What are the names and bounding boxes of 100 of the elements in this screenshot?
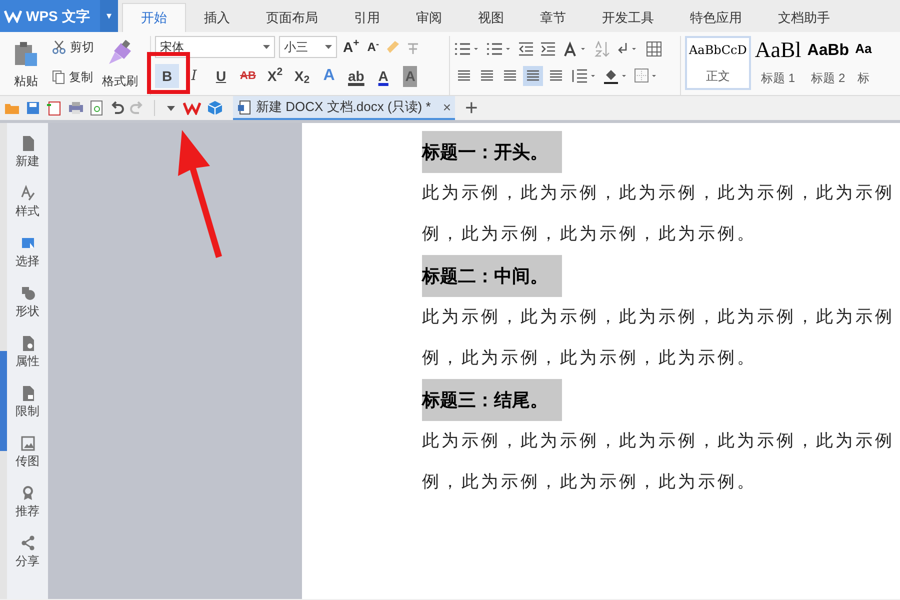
style-preset[interactable]: AaBb 标题 2 <box>805 36 852 90</box>
heading: 标题二：中间。 <box>422 255 562 297</box>
paste-button[interactable]: 粘贴 <box>14 72 38 90</box>
menu-tab[interactable]: 章节 <box>522 3 584 32</box>
undo-icon[interactable] <box>110 101 124 115</box>
heading: 标题三：结尾。 <box>422 379 562 421</box>
font-color-button[interactable]: A <box>371 64 396 88</box>
logo-icon <box>4 9 22 23</box>
menu-tab[interactable]: 插入 <box>186 3 248 32</box>
sidebar-item[interactable]: 属性 <box>16 352 40 370</box>
text-effect-button[interactable]: A <box>317 64 341 88</box>
numbered-list-icon[interactable] <box>486 41 512 57</box>
font-size-dropdown[interactable]: 小三 <box>279 36 337 58</box>
select-icon[interactable] <box>20 235 36 251</box>
style-preview: AaBb <box>807 41 850 61</box>
copy-icon <box>52 70 65 84</box>
sidebar-item[interactable]: 选择 <box>16 252 40 270</box>
scissors-icon <box>52 40 66 54</box>
sidebar-item[interactable]: 样式 <box>16 202 40 220</box>
document-tab[interactable]: 新建 DOCX 文档.docx (只读) * × <box>233 96 455 120</box>
style-preset[interactable]: AaBbCcD 正文 <box>685 36 751 90</box>
heading: 标题一：开头。 <box>422 131 562 173</box>
text-spacing-icon[interactable] <box>562 41 588 57</box>
line-spacing-icon[interactable] <box>571 67 597 85</box>
style-preview: AaBbCcD <box>689 42 747 59</box>
print-icon[interactable] <box>68 101 84 115</box>
style-preview: AaBl <box>754 39 802 61</box>
sidebar-item[interactable]: 传图 <box>16 452 40 470</box>
style-icon[interactable] <box>20 185 36 201</box>
format-painter-button[interactable]: 格式刷 <box>102 72 138 90</box>
save-icon[interactable] <box>26 101 40 115</box>
image-icon[interactable] <box>20 435 36 451</box>
script-button[interactable]: X$_{2}$ <box>290 64 314 88</box>
export-pdf-icon[interactable] <box>46 100 62 116</box>
underline-button[interactable]: U <box>209 64 233 88</box>
shape-icon[interactable] <box>20 285 36 301</box>
highlight-frame <box>147 52 190 94</box>
sidebar-item[interactable]: 形状 <box>16 302 40 320</box>
body-text: 此为示例，此为示例，此为示例，此为示例，此为示例 <box>422 182 896 205</box>
clipboard-icon[interactable] <box>12 40 40 68</box>
body-text: 例，此为示例，此为示例，此为示例。 <box>422 222 758 246</box>
sidebar-item[interactable]: 新建 <box>16 152 40 170</box>
dropdown-caret[interactable]: ▾ <box>100 0 118 32</box>
menu-tab[interactable]: 审阅 <box>398 3 460 32</box>
align-lines-icon <box>526 70 540 82</box>
caret-icon <box>325 45 332 49</box>
border-icon[interactable] <box>633 67 659 85</box>
style-name: 标 <box>857 70 870 87</box>
outdent-icon[interactable] <box>518 41 534 57</box>
indent-icon[interactable] <box>540 41 556 57</box>
align-lines-icon <box>480 70 494 82</box>
new-tab-button[interactable]: + <box>465 97 478 119</box>
bold-button[interactable]: B <box>155 64 179 88</box>
body-text: 此为示例，此为示例，此为示例，此为示例，此为示例 <box>422 306 896 329</box>
grow-font-button[interactable]: A$^{+}$ <box>341 36 362 58</box>
share-icon[interactable] <box>20 535 36 551</box>
sidebar-item[interactable]: 推荐 <box>16 502 40 520</box>
app-name: WPS 文字 <box>26 6 90 26</box>
cube-icon[interactable] <box>207 100 223 116</box>
body-text: 例，此为示例，此为示例，此为示例。 <box>422 470 758 494</box>
style-name: 标题 1 <box>761 70 796 87</box>
style-preview: Aa <box>855 40 872 58</box>
table-icon[interactable] <box>646 41 662 57</box>
align-lines-icon <box>457 70 471 82</box>
menu-tab[interactable]: 开发工具 <box>584 3 672 32</box>
style-name: 正文 <box>706 68 730 85</box>
app-menu-button[interactable]: WPS 文字 ▾ <box>0 0 118 32</box>
highlight-button[interactable]: ab <box>344 64 368 88</box>
print-preview-icon[interactable] <box>90 100 104 116</box>
menu-tab[interactable]: 页面布局 <box>248 3 336 32</box>
strikethrough-button[interactable]: AB <box>236 64 260 88</box>
italic-button[interactable]: I <box>182 64 206 88</box>
menu-tab[interactable]: 文档助手 <box>760 3 848 32</box>
script-button[interactable]: X$^{2}$ <box>263 64 287 88</box>
menu-tab[interactable]: 引用 <box>336 3 398 32</box>
document-icon <box>237 100 251 114</box>
sidebar-item[interactable]: 分享 <box>16 552 40 570</box>
align-lines-icon <box>503 70 517 82</box>
cut-button[interactable]: 剪切 <box>70 38 94 56</box>
shrink-font-button[interactable]: A$^{-}$ <box>365 38 381 56</box>
style-preset[interactable]: Aa 标 <box>853 36 874 90</box>
style-preset[interactable]: AaBl 标题 1 <box>752 36 804 90</box>
body-text: 例，此为示例，此为示例，此为示例。 <box>422 346 758 370</box>
menu-tab[interactable]: 视图 <box>460 3 522 32</box>
caret-icon <box>263 45 270 49</box>
body-text: 此为示例，此为示例，此为示例，此为示例，此为示例 <box>422 430 896 453</box>
sidebar-item[interactable]: 限制 <box>16 402 40 420</box>
copy-button[interactable]: 复制 <box>69 68 93 86</box>
font-name-dropdown[interactable]: 宋体 <box>155 36 275 58</box>
bullet-list-icon[interactable] <box>454 41 480 57</box>
close-tab-button[interactable]: × <box>442 96 451 118</box>
w-logo-icon[interactable] <box>183 101 201 115</box>
align-lines-icon <box>549 70 563 82</box>
fill-bucket-icon[interactable] <box>602 67 628 85</box>
menu-tab[interactable]: 开始 <box>122 3 186 32</box>
dropdown-arrow-icon[interactable] <box>165 104 177 112</box>
align-button[interactable] <box>523 66 543 86</box>
style-name: 标题 2 <box>811 70 846 87</box>
panel-toggle-tab[interactable] <box>0 351 7 451</box>
menu-tab[interactable]: 特色应用 <box>672 3 760 32</box>
